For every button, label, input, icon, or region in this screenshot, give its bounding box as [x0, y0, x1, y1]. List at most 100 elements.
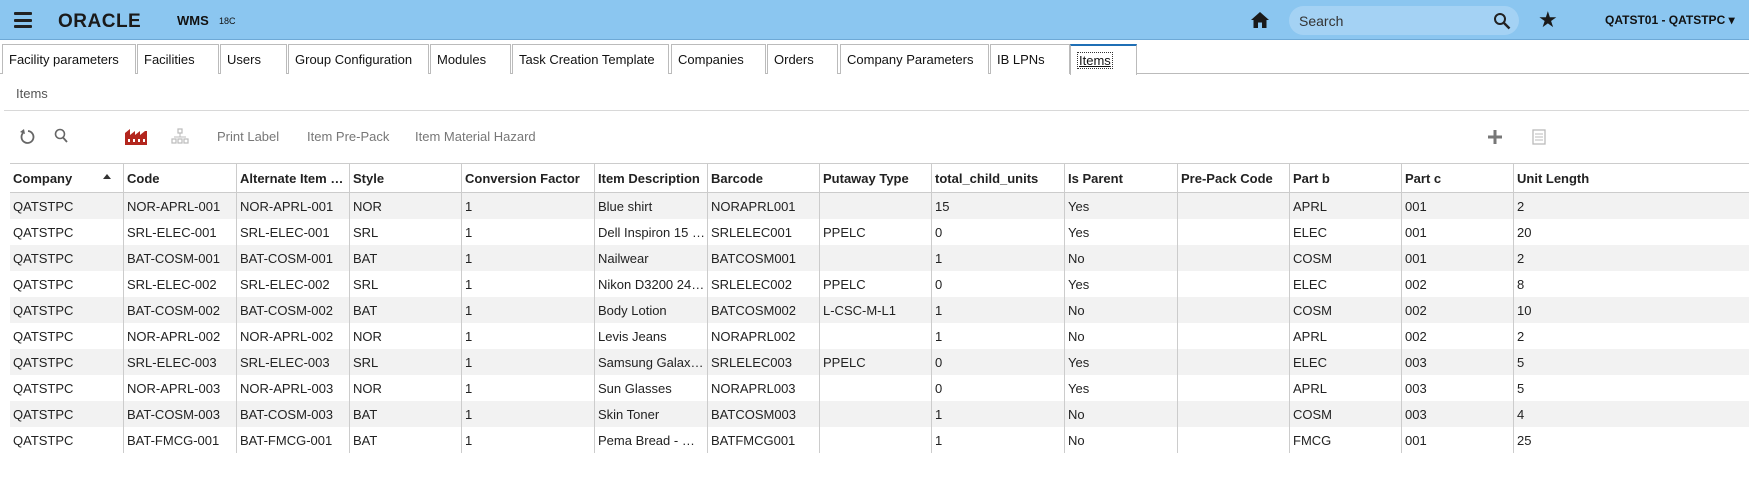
- tab-users[interactable]: Users: [220, 44, 287, 74]
- cell-style: NOR: [349, 375, 461, 401]
- column-header-unit-length[interactable]: Unit Length: [1513, 164, 1749, 192]
- search-filter-icon[interactable]: [52, 127, 72, 147]
- cell-conversion-factor: 1: [461, 323, 594, 349]
- cell-code: BAT-COSM-002: [123, 297, 236, 323]
- column-header-putaway-type[interactable]: Putaway Type: [819, 164, 931, 192]
- cell-pre-pack-code: [1177, 193, 1289, 219]
- cell-code: BAT-COSM-003: [123, 401, 236, 427]
- cell-item-description: Levis Jeans: [594, 323, 707, 349]
- home-icon[interactable]: [1250, 10, 1270, 30]
- cell-pre-pack-code: [1177, 427, 1289, 453]
- cell-barcode: BATCOSM003: [707, 401, 819, 427]
- column-header-label: Alternate Item Code: [240, 171, 349, 186]
- add-icon[interactable]: [1485, 127, 1505, 147]
- details-icon[interactable]: [1529, 127, 1549, 147]
- cell-pre-pack-code: [1177, 375, 1289, 401]
- grid-header: Company Code Alternate Item Code Style Conve…: [10, 163, 1749, 193]
- column-header-total-child-units[interactable]: total_child_units: [931, 164, 1064, 192]
- cell-unit-length: 25: [1513, 427, 1749, 453]
- cell-company: QATSTPC: [13, 199, 74, 214]
- tab-facility-parameters[interactable]: Facility parameters: [2, 44, 136, 74]
- print-label-button[interactable]: Print Label: [217, 129, 279, 144]
- column-header-part-c[interactable]: Part c: [1401, 164, 1513, 192]
- table-row[interactable]: QATSTPC NOR-APRL-001 NOR-APRL-001 NOR 1 Blue …: [10, 193, 1749, 219]
- cell-style: BAT: [349, 297, 461, 323]
- cell-unit-length: 2: [1513, 245, 1749, 271]
- cell-item-description: Body Lotion: [594, 297, 707, 323]
- tab-task-creation-template[interactable]: Task Creation Template: [512, 44, 669, 74]
- table-row[interactable]: QATSTPC NOR-APRL-003 NOR-APRL-003 NOR 1 Sun G…: [10, 375, 1749, 401]
- column-header-label: Part c: [1405, 171, 1442, 186]
- tab-company-parameters[interactable]: Company Parameters: [840, 44, 989, 74]
- cell-part-c: 002: [1401, 297, 1513, 323]
- item-pre-pack-button[interactable]: Item Pre-Pack: [307, 129, 389, 144]
- column-header-label: Company: [13, 171, 73, 186]
- cell-putaway-type: [819, 193, 931, 219]
- cell-conversion-factor: 1: [461, 427, 594, 453]
- tab-modules[interactable]: Modules: [430, 44, 511, 74]
- tab-items[interactable]: Items: [1070, 44, 1137, 75]
- cell-putaway-type: [819, 427, 931, 453]
- cell-part-b: COSM: [1289, 245, 1401, 271]
- cell-barcode: SRLELEC003: [707, 349, 819, 375]
- search-icon[interactable]: [1493, 12, 1511, 30]
- facility-icon[interactable]: [124, 127, 148, 147]
- cell-total-child-units: 0: [931, 219, 1064, 245]
- item-material-hazard-button[interactable]: Item Material Hazard: [415, 129, 536, 144]
- cell-part-b: APRL: [1289, 193, 1401, 219]
- cell-is-parent: No: [1064, 297, 1177, 323]
- refresh-icon[interactable]: [18, 127, 38, 147]
- user-menu[interactable]: QATST01 - QATSTPC ▾: [1605, 13, 1735, 27]
- menu-icon[interactable]: [14, 12, 32, 28]
- column-header-label: Style: [353, 171, 385, 186]
- column-header-label: Pre-Pack Code: [1181, 171, 1273, 186]
- column-header-style[interactable]: Style: [349, 164, 461, 192]
- cell-barcode: NORAPRL001: [707, 193, 819, 219]
- favorites-star-icon[interactable]: ★: [1538, 9, 1558, 31]
- table-row[interactable]: QATSTPC BAT-FMCG-001 BAT-FMCG-001 BAT 1 Pema …: [10, 427, 1749, 453]
- column-header-part-b[interactable]: Part b: [1289, 164, 1401, 192]
- app-header: ORACLE WMS 18C ★ QATST01 - QATSTPC ▾: [0, 0, 1749, 40]
- cell-putaway-type: L-CSC-M-L1: [819, 297, 931, 323]
- column-header-is-parent[interactable]: Is Parent: [1064, 164, 1177, 192]
- table-row[interactable]: QATSTPC BAT-COSM-003 BAT-COSM-003 BAT 1 Skin …: [10, 401, 1749, 427]
- column-header-label: Barcode: [711, 171, 764, 186]
- column-header-barcode[interactable]: Barcode: [707, 164, 819, 192]
- sort-ascending-icon[interactable]: [103, 174, 111, 179]
- cell-style: SRL: [349, 219, 461, 245]
- tab-ib-lpns[interactable]: IB LPNs: [990, 44, 1070, 74]
- tab-facilities[interactable]: Facilities: [137, 44, 219, 74]
- cell-is-parent: No: [1064, 245, 1177, 271]
- cell-unit-length: 8: [1513, 271, 1749, 297]
- table-row[interactable]: QATSTPC BAT-COSM-002 BAT-COSM-002 BAT 1 Body …: [10, 297, 1749, 323]
- cell-barcode: BATCOSM002: [707, 297, 819, 323]
- tab-group-configuration[interactable]: Group Configuration: [288, 44, 429, 74]
- table-row[interactable]: QATSTPC NOR-APRL-002 NOR-APRL-002 NOR 1 Levis…: [10, 323, 1749, 349]
- column-header-company[interactable]: Company: [10, 164, 123, 192]
- column-header-conversion-factor[interactable]: Conversion Factor: [461, 164, 594, 192]
- tab-companies[interactable]: Companies: [671, 44, 766, 74]
- cell-is-parent: No: [1064, 427, 1177, 453]
- table-row[interactable]: QATSTPC BAT-COSM-001 BAT-COSM-001 BAT 1 Nailw…: [10, 245, 1749, 271]
- cell-part-b: COSM: [1289, 297, 1401, 323]
- search-input[interactable]: [1299, 11, 1479, 30]
- cell-alternate-item-code: BAT-COSM-002: [236, 297, 349, 323]
- cell-conversion-factor: 1: [461, 349, 594, 375]
- cell-total-child-units: 1: [931, 297, 1064, 323]
- hierarchy-icon[interactable]: [170, 127, 190, 147]
- search-box[interactable]: [1289, 6, 1519, 35]
- column-header-label: Item Description: [598, 171, 700, 186]
- column-header-pre-pack-code[interactable]: Pre-Pack Code: [1177, 164, 1289, 192]
- cell-total-child-units: 0: [931, 375, 1064, 401]
- cell-unit-length: 5: [1513, 375, 1749, 401]
- table-row[interactable]: QATSTPC SRL-ELEC-003 SRL-ELEC-003 SRL 1 Samsu…: [10, 349, 1749, 375]
- column-header-item-description[interactable]: Item Description: [594, 164, 707, 192]
- table-row[interactable]: QATSTPC SRL-ELEC-001 SRL-ELEC-001 SRL 1 Dell …: [10, 219, 1749, 245]
- column-header-alternate-item-code[interactable]: Alternate Item Code: [236, 164, 349, 192]
- column-header-code[interactable]: Code: [123, 164, 236, 192]
- table-row[interactable]: QATSTPC SRL-ELEC-002 SRL-ELEC-002 SRL 1 Nikon…: [10, 271, 1749, 297]
- cell-total-child-units: 1: [931, 427, 1064, 453]
- cell-pre-pack-code: [1177, 323, 1289, 349]
- cell-item-description: Nailwear: [594, 245, 707, 271]
- tab-orders[interactable]: Orders: [767, 44, 838, 74]
